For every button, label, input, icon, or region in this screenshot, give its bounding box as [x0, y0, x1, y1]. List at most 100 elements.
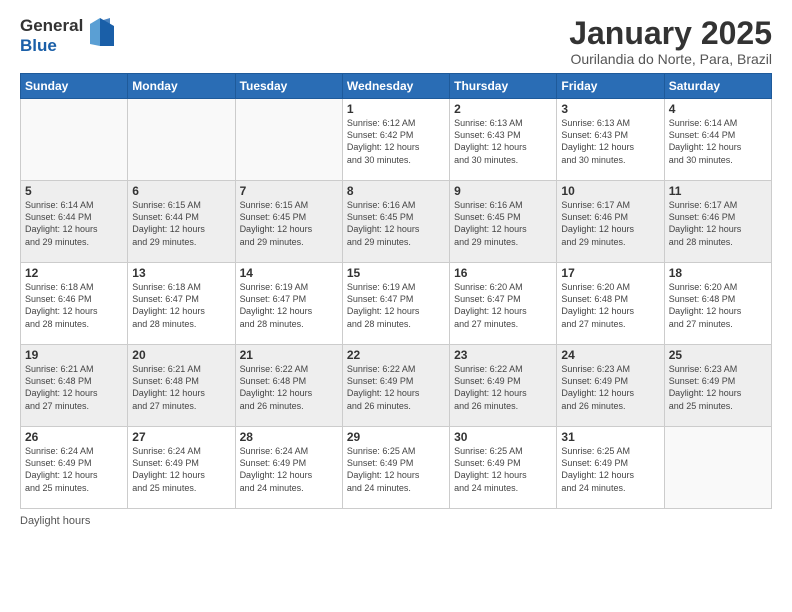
day-number: 3: [561, 102, 659, 116]
day-cell: 16Sunrise: 6:20 AM Sunset: 6:47 PM Dayli…: [450, 263, 557, 345]
day-cell: 29Sunrise: 6:25 AM Sunset: 6:49 PM Dayli…: [342, 427, 449, 509]
logo-blue: Blue: [20, 36, 83, 56]
logo-general: General: [20, 16, 83, 36]
header: General Blue January 2025 Ourilandia do …: [20, 16, 772, 67]
day-number: 18: [669, 266, 767, 280]
day-cell: 6Sunrise: 6:15 AM Sunset: 6:44 PM Daylig…: [128, 181, 235, 263]
day-info: Sunrise: 6:19 AM Sunset: 6:47 PM Dayligh…: [240, 281, 338, 330]
day-header-saturday: Saturday: [664, 74, 771, 99]
day-number: 14: [240, 266, 338, 280]
day-cell: 12Sunrise: 6:18 AM Sunset: 6:46 PM Dayli…: [21, 263, 128, 345]
day-number: 31: [561, 430, 659, 444]
day-cell: 17Sunrise: 6:20 AM Sunset: 6:48 PM Dayli…: [557, 263, 664, 345]
day-info: Sunrise: 6:14 AM Sunset: 6:44 PM Dayligh…: [25, 199, 123, 248]
day-cell: 28Sunrise: 6:24 AM Sunset: 6:49 PM Dayli…: [235, 427, 342, 509]
day-info: Sunrise: 6:12 AM Sunset: 6:42 PM Dayligh…: [347, 117, 445, 166]
day-info: Sunrise: 6:13 AM Sunset: 6:43 PM Dayligh…: [561, 117, 659, 166]
day-info: Sunrise: 6:21 AM Sunset: 6:48 PM Dayligh…: [132, 363, 230, 412]
day-info: Sunrise: 6:13 AM Sunset: 6:43 PM Dayligh…: [454, 117, 552, 166]
day-cell: [128, 99, 235, 181]
day-number: 11: [669, 184, 767, 198]
footer: Daylight hours: [20, 515, 772, 527]
day-info: Sunrise: 6:24 AM Sunset: 6:49 PM Dayligh…: [132, 445, 230, 494]
day-number: 16: [454, 266, 552, 280]
day-header-thursday: Thursday: [450, 74, 557, 99]
day-info: Sunrise: 6:25 AM Sunset: 6:49 PM Dayligh…: [347, 445, 445, 494]
day-info: Sunrise: 6:18 AM Sunset: 6:46 PM Dayligh…: [25, 281, 123, 330]
day-number: 30: [454, 430, 552, 444]
day-cell: 18Sunrise: 6:20 AM Sunset: 6:48 PM Dayli…: [664, 263, 771, 345]
day-cell: 25Sunrise: 6:23 AM Sunset: 6:49 PM Dayli…: [664, 345, 771, 427]
day-cell: 8Sunrise: 6:16 AM Sunset: 6:45 PM Daylig…: [342, 181, 449, 263]
day-cell: 10Sunrise: 6:17 AM Sunset: 6:46 PM Dayli…: [557, 181, 664, 263]
day-number: 2: [454, 102, 552, 116]
day-info: Sunrise: 6:20 AM Sunset: 6:48 PM Dayligh…: [561, 281, 659, 330]
day-cell: 4Sunrise: 6:14 AM Sunset: 6:44 PM Daylig…: [664, 99, 771, 181]
day-number: 15: [347, 266, 445, 280]
header-row: SundayMondayTuesdayWednesdayThursdayFrid…: [21, 74, 772, 99]
day-number: 5: [25, 184, 123, 198]
day-cell: 15Sunrise: 6:19 AM Sunset: 6:47 PM Dayli…: [342, 263, 449, 345]
day-header-tuesday: Tuesday: [235, 74, 342, 99]
day-cell: 26Sunrise: 6:24 AM Sunset: 6:49 PM Dayli…: [21, 427, 128, 509]
day-number: 9: [454, 184, 552, 198]
day-info: Sunrise: 6:25 AM Sunset: 6:49 PM Dayligh…: [454, 445, 552, 494]
day-cell: 11Sunrise: 6:17 AM Sunset: 6:46 PM Dayli…: [664, 181, 771, 263]
day-cell: 27Sunrise: 6:24 AM Sunset: 6:49 PM Dayli…: [128, 427, 235, 509]
day-header-monday: Monday: [128, 74, 235, 99]
day-info: Sunrise: 6:25 AM Sunset: 6:49 PM Dayligh…: [561, 445, 659, 494]
day-info: Sunrise: 6:18 AM Sunset: 6:47 PM Dayligh…: [132, 281, 230, 330]
day-header-wednesday: Wednesday: [342, 74, 449, 99]
day-cell: 24Sunrise: 6:23 AM Sunset: 6:49 PM Dayli…: [557, 345, 664, 427]
day-info: Sunrise: 6:22 AM Sunset: 6:49 PM Dayligh…: [347, 363, 445, 412]
day-info: Sunrise: 6:15 AM Sunset: 6:45 PM Dayligh…: [240, 199, 338, 248]
day-number: 13: [132, 266, 230, 280]
calendar-table: SundayMondayTuesdayWednesdayThursdayFrid…: [20, 73, 772, 509]
day-cell: 3Sunrise: 6:13 AM Sunset: 6:43 PM Daylig…: [557, 99, 664, 181]
logo-icon: [86, 16, 114, 50]
day-header-friday: Friday: [557, 74, 664, 99]
day-info: Sunrise: 6:17 AM Sunset: 6:46 PM Dayligh…: [561, 199, 659, 248]
day-number: 12: [25, 266, 123, 280]
day-info: Sunrise: 6:24 AM Sunset: 6:49 PM Dayligh…: [240, 445, 338, 494]
day-cell: 13Sunrise: 6:18 AM Sunset: 6:47 PM Dayli…: [128, 263, 235, 345]
day-header-sunday: Sunday: [21, 74, 128, 99]
page: General Blue January 2025 Ourilandia do …: [0, 0, 792, 612]
logo-text: General Blue: [20, 16, 83, 55]
day-info: Sunrise: 6:19 AM Sunset: 6:47 PM Dayligh…: [347, 281, 445, 330]
week-row-2: 5Sunrise: 6:14 AM Sunset: 6:44 PM Daylig…: [21, 181, 772, 263]
day-number: 1: [347, 102, 445, 116]
logo: General Blue: [20, 16, 114, 55]
day-number: 8: [347, 184, 445, 198]
day-info: Sunrise: 6:20 AM Sunset: 6:48 PM Dayligh…: [669, 281, 767, 330]
day-number: 24: [561, 348, 659, 362]
day-cell: 21Sunrise: 6:22 AM Sunset: 6:48 PM Dayli…: [235, 345, 342, 427]
day-cell: 22Sunrise: 6:22 AM Sunset: 6:49 PM Dayli…: [342, 345, 449, 427]
day-number: 29: [347, 430, 445, 444]
day-cell: 14Sunrise: 6:19 AM Sunset: 6:47 PM Dayli…: [235, 263, 342, 345]
week-row-3: 12Sunrise: 6:18 AM Sunset: 6:46 PM Dayli…: [21, 263, 772, 345]
day-number: 27: [132, 430, 230, 444]
day-cell: 31Sunrise: 6:25 AM Sunset: 6:49 PM Dayli…: [557, 427, 664, 509]
day-cell: 2Sunrise: 6:13 AM Sunset: 6:43 PM Daylig…: [450, 99, 557, 181]
day-cell: 7Sunrise: 6:15 AM Sunset: 6:45 PM Daylig…: [235, 181, 342, 263]
day-cell: 5Sunrise: 6:14 AM Sunset: 6:44 PM Daylig…: [21, 181, 128, 263]
day-number: 22: [347, 348, 445, 362]
day-number: 23: [454, 348, 552, 362]
day-info: Sunrise: 6:15 AM Sunset: 6:44 PM Dayligh…: [132, 199, 230, 248]
day-cell: [235, 99, 342, 181]
day-info: Sunrise: 6:17 AM Sunset: 6:46 PM Dayligh…: [669, 199, 767, 248]
day-info: Sunrise: 6:21 AM Sunset: 6:48 PM Dayligh…: [25, 363, 123, 412]
day-info: Sunrise: 6:20 AM Sunset: 6:47 PM Dayligh…: [454, 281, 552, 330]
day-info: Sunrise: 6:24 AM Sunset: 6:49 PM Dayligh…: [25, 445, 123, 494]
daylight-label: Daylight hours: [20, 515, 90, 527]
day-number: 26: [25, 430, 123, 444]
day-number: 19: [25, 348, 123, 362]
week-row-4: 19Sunrise: 6:21 AM Sunset: 6:48 PM Dayli…: [21, 345, 772, 427]
day-number: 10: [561, 184, 659, 198]
day-cell: 19Sunrise: 6:21 AM Sunset: 6:48 PM Dayli…: [21, 345, 128, 427]
day-cell: 1Sunrise: 6:12 AM Sunset: 6:42 PM Daylig…: [342, 99, 449, 181]
day-number: 17: [561, 266, 659, 280]
day-number: 20: [132, 348, 230, 362]
day-number: 4: [669, 102, 767, 116]
